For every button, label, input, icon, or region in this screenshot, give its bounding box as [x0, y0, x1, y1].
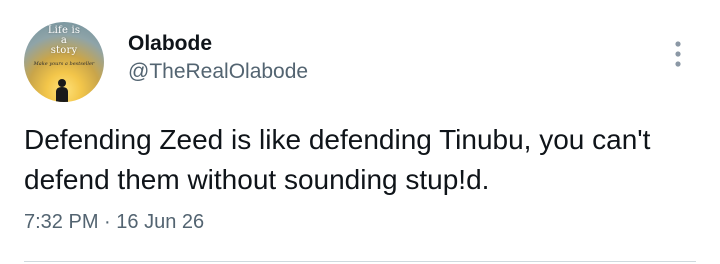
tweet-time: 7:32 PM — [24, 211, 99, 233]
timestamp-separator: · — [104, 211, 111, 233]
avatar[interactable]: Life is a story Make yours a bestseller — [24, 22, 104, 102]
tweet-date: 16 Jun 26 — [116, 211, 205, 233]
divider — [24, 261, 696, 262]
tweet-timestamp[interactable]: 7:32 PM · 16 Jun 26 — [24, 208, 204, 236]
more-vertical-icon[interactable] — [666, 38, 690, 70]
avatar-caption: Life is a story — [47, 25, 81, 56]
author-info: Olabode @TheRealOlabode — [128, 30, 308, 86]
author-handle[interactable]: @TheRealOlabode — [128, 58, 308, 86]
tweet-card: Life is a story Make yours a bestseller … — [0, 0, 720, 264]
avatar-subcaption: Make yours a bestseller — [33, 61, 95, 67]
author-display-name[interactable]: Olabode — [128, 30, 308, 58]
tweet-text: Defending Zeed is like defending Tinubu,… — [24, 124, 651, 195]
person-silhouette-icon — [56, 79, 68, 102]
